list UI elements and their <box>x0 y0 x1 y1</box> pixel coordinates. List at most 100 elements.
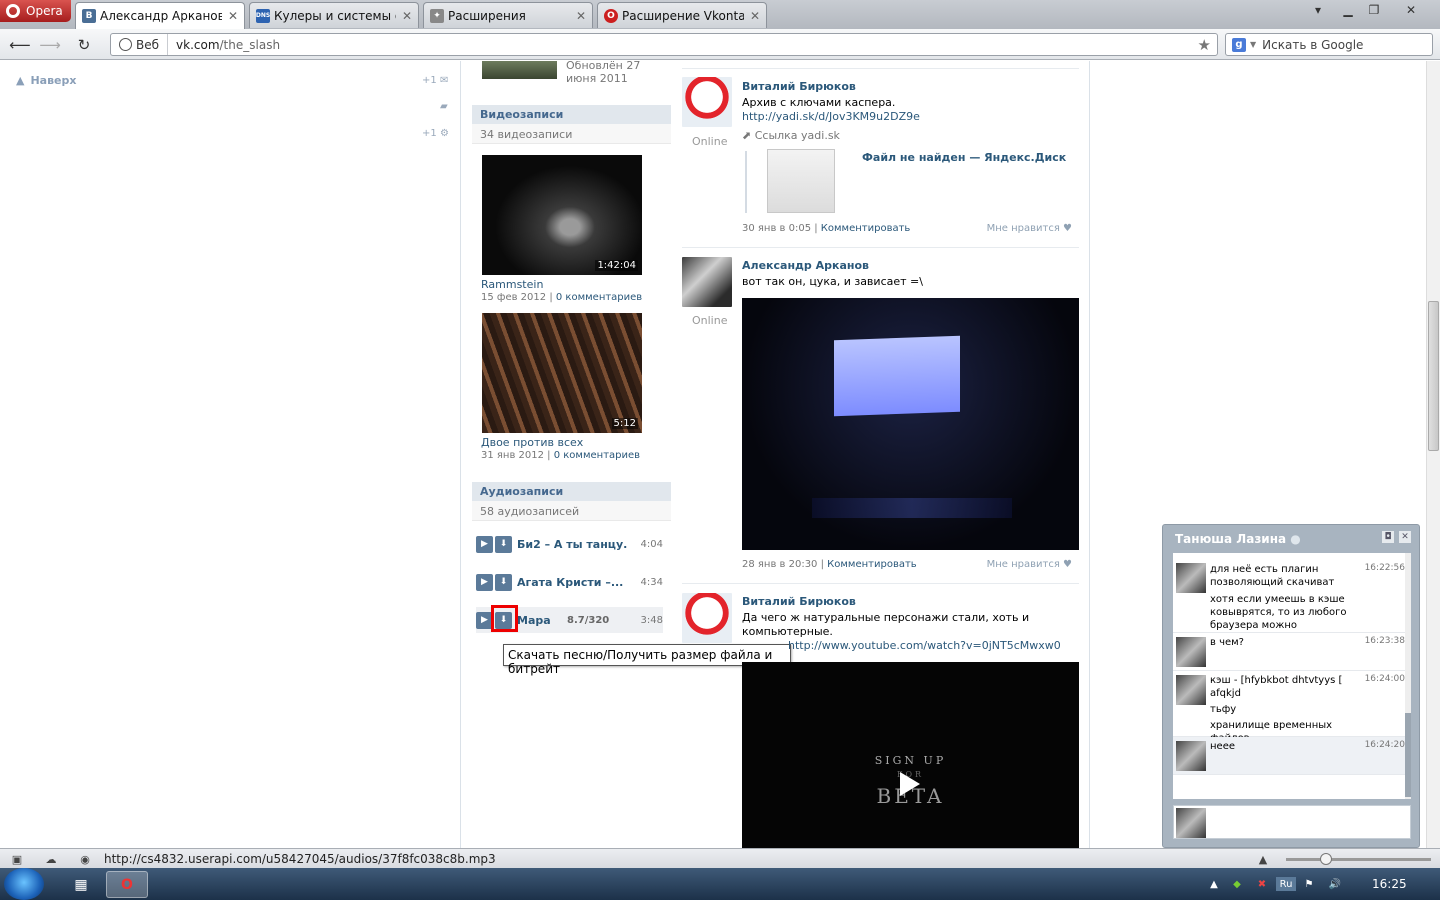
attachment-title-link[interactable]: Файл не найден — Яндекс.Диск <box>862 151 1066 164</box>
post-date[interactable]: 30 янв в 0:05 <box>742 223 811 234</box>
chat-message-input[interactable] <box>1173 805 1411 839</box>
video-comments-link[interactable]: 0 комментариев <box>554 450 640 461</box>
post-author-link[interactable]: Виталий Бирюков <box>742 80 856 93</box>
opera-menu-button[interactable]: Opera <box>0 0 71 22</box>
video-thumbnail-rammstein[interactable]: 1:42:04 <box>482 155 642 275</box>
cloud-icon[interactable]: ☁ <box>44 852 58 866</box>
post-text: Да чего ж натуральные персонажи стали, х… <box>742 611 1030 638</box>
windows-start-button[interactable] <box>4 868 44 900</box>
comment-link[interactable]: Комментировать <box>821 223 911 234</box>
audio-title[interactable]: Агата Кристи –... <box>517 576 627 589</box>
comment-link[interactable]: Комментировать <box>827 559 917 570</box>
avatar[interactable] <box>1176 637 1206 667</box>
avatar[interactable] <box>1176 741 1206 771</box>
post-author-link[interactable]: Виталий Бирюков <box>742 595 856 608</box>
download-icon[interactable]: ⬇ <box>495 573 512 591</box>
play-icon[interactable]: ▶ <box>476 535 493 553</box>
post-separator <box>682 68 1079 69</box>
download-icon[interactable]: ⬇ <box>495 535 512 553</box>
scrollbar-thumb[interactable] <box>1428 301 1439 451</box>
tab-menu-chevron-icon[interactable]: ▾ <box>1304 0 1332 20</box>
zoom-slider[interactable] <box>1286 858 1431 861</box>
page-scrollbar[interactable] <box>1426 61 1440 848</box>
avatar[interactable] <box>682 593 732 643</box>
minimize-icon[interactable]: ▁ <box>1334 0 1362 20</box>
tray-app-icon[interactable]: ◆ <box>1230 877 1244 891</box>
avatar[interactable] <box>682 257 732 307</box>
tab-close-icon[interactable]: ✕ <box>228 9 238 23</box>
post-link[interactable]: http://yadi.sk/d/Jov3KM9u2DZ9e <box>742 110 920 123</box>
album-thumbnail[interactable] <box>482 61 557 79</box>
file-icon[interactable] <box>767 149 835 213</box>
like-button[interactable]: Мне нравится ♥ <box>987 559 1072 570</box>
play-icon[interactable] <box>900 772 920 796</box>
chat-header[interactable]: Танюша Лазина ● <box>1163 525 1419 551</box>
audio-title[interactable]: Би2 – А ты танцу... <box>517 538 627 551</box>
back-to-top-link[interactable]: ▲ Наверх <box>16 74 77 87</box>
attachment-border <box>745 151 747 213</box>
mail-counter[interactable]: +1 ✉ <box>422 75 448 86</box>
forward-icon[interactable]: ⟶ <box>39 35 61 55</box>
panel-toggle-icon[interactable]: ▣ <box>10 852 24 866</box>
tray-flag-icon[interactable]: ⚑ <box>1302 877 1316 891</box>
avatar[interactable] <box>1176 563 1206 593</box>
google-icon[interactable]: g <box>1232 37 1246 52</box>
avatar[interactable] <box>1176 675 1206 705</box>
audios-heading[interactable]: Аудиозаписи <box>472 482 671 501</box>
search-field[interactable]: g ▼ Искать в Google <box>1225 33 1433 56</box>
zoom-slider-handle[interactable] <box>1320 853 1332 865</box>
comment-icon[interactable]: ▰ <box>440 101 448 112</box>
video-thumbnail-dvoe[interactable]: 5:12 <box>482 313 642 433</box>
post-photo[interactable] <box>742 298 1079 550</box>
video-title-link[interactable]: Двое против всех <box>481 436 583 449</box>
zoom-menu-icon[interactable]: ▲ <box>1256 852 1270 866</box>
play-icon[interactable]: ▶ <box>476 573 493 591</box>
post-author-link[interactable]: Александр Арканов <box>742 259 869 272</box>
url-text[interactable]: vk.com/the_slash <box>168 38 280 52</box>
videos-heading[interactable]: Видеозаписи <box>472 105 671 124</box>
tab-close-icon[interactable]: ✕ <box>402 9 412 23</box>
audio-row[interactable]: ▶ ⬇ Би2 – А ты танцу... 4:04 <box>476 531 663 557</box>
tray-volume-icon[interactable]: 🔊 <box>1328 877 1342 891</box>
chat-scrollbar[interactable] <box>1405 553 1411 799</box>
taskbar-opera-icon[interactable]: O <box>106 871 148 898</box>
chat-scrollbar-thumb[interactable] <box>1405 713 1411 797</box>
video-title-link[interactable]: Rammstein <box>481 278 543 291</box>
speed-dial-icon[interactable]: ◉ <box>78 852 92 866</box>
video-date: 15 фев 2012 <box>481 292 547 303</box>
like-button[interactable]: Мне нравится ♥ <box>987 223 1072 234</box>
tab-extensions[interactable]: ✦ Расширения ✕ <box>423 2 593 28</box>
video-comments-link[interactable]: 0 комментариев <box>556 292 642 303</box>
audio-row[interactable]: ▶ ⬇ Агата Кристи –... 4:34 <box>476 569 663 595</box>
tab-close-icon[interactable]: ✕ <box>576 9 586 23</box>
avatar[interactable] <box>682 77 732 127</box>
tab-extension-vkontakte[interactable]: O Расширение Vkontakt... ✕ <box>597 2 767 28</box>
close-window-icon[interactable]: ✕ <box>1396 0 1426 20</box>
tray-clock[interactable]: 16:25 <box>1372 877 1407 891</box>
settings-counter[interactable]: +1 ⚙ <box>422 128 449 139</box>
tray-network-warning-icon[interactable]: ✖ <box>1255 877 1269 891</box>
attachment-label-text[interactable]: Ссылка yadi.sk <box>755 129 840 142</box>
reload-icon[interactable]: ↻ <box>74 35 94 55</box>
videos-count[interactable]: 34 видеозаписи <box>472 124 671 144</box>
search-engine-chevron-icon[interactable]: ▼ <box>1250 40 1256 49</box>
post-link[interactable]: http://www.youtube.com/watch?v=0jNT5cMwx… <box>788 639 1061 652</box>
audios-count[interactable]: 58 аудиозаписей <box>472 501 671 521</box>
taskbar-app-icon[interactable]: ▦ <box>60 871 102 898</box>
chat-minimize-icon[interactable]: ◘ <box>1382 531 1394 543</box>
tab-vk-profile[interactable]: В Александр Арканов ✕ <box>75 2 245 29</box>
post-date[interactable]: 28 янв в 20:30 <box>742 559 817 570</box>
bookmark-star-icon[interactable]: ★ <box>1198 36 1211 54</box>
audio-title[interactable]: Мара <box>517 614 555 627</box>
web-badge[interactable]: Веб <box>111 34 169 55</box>
post-video[interactable]: SIGN UP FOR BETA <box>742 662 1079 848</box>
chat-close-icon[interactable]: ✕ <box>1399 531 1411 543</box>
tray-expand-icon[interactable]: ▲ <box>1207 877 1221 891</box>
tab-close-icon[interactable]: ✕ <box>750 9 760 23</box>
tray-language-indicator[interactable]: Ru <box>1276 877 1296 891</box>
restore-icon[interactable]: ❐ <box>1360 0 1388 20</box>
tab-dns[interactable]: DNS Кулеры и системы ох... ✕ <box>249 2 419 28</box>
chat-contact-name[interactable]: Танюша Лазина <box>1175 532 1286 546</box>
address-field[interactable]: Веб vk.com/the_slash ★ <box>110 33 1218 56</box>
back-icon[interactable]: ⟵ <box>9 35 31 55</box>
